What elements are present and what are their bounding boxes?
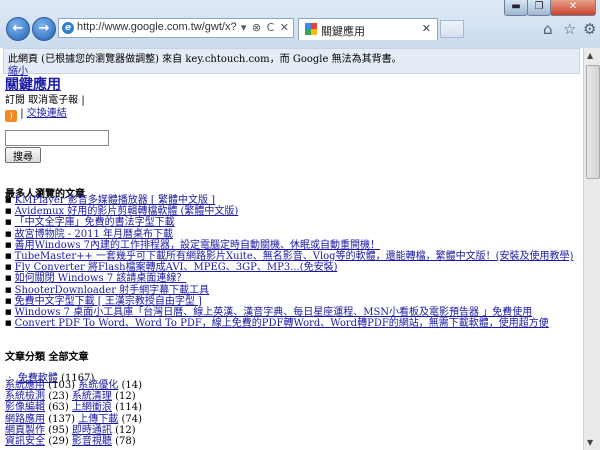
category-link[interactable]: 資訊安全 [5, 436, 45, 447]
favorites-star-icon[interactable]: ☆ [563, 20, 576, 38]
maximize-button[interactable]: ❐ [527, 0, 551, 16]
page-content: 此網頁 (已根據您的瀏覽器做調整) 來自 key.chtouch.com，而 G… [0, 48, 583, 450]
category-link[interactable]: 系統優化 [78, 380, 118, 391]
article-link[interactable]: 免費中文字型下載 [ 王漢宗教授自由字型 ] [15, 296, 202, 307]
article-link[interactable]: ShooterDownloader 射手網字幕下載工具 [15, 285, 210, 296]
categories-heading: 文章分類 全部文章 [5, 352, 89, 363]
minimize-button[interactable]: ▬ [504, 0, 528, 16]
list-item: ShooterDownloader 射手網字幕下載工具 [5, 285, 573, 296]
tab-active[interactable]: 關鍵應用 ✕ [298, 18, 438, 40]
ie-page-icon: e [62, 22, 74, 34]
article-link[interactable]: TubeMaster++ 一套幾乎可下載所有網路影片Xuite、無名影音、Vlo… [15, 251, 574, 262]
search-button[interactable]: 搜尋 [5, 147, 41, 163]
article-link[interactable]: KMPlayer 影音多媒體播放器 [ 繁體中文版 ] [15, 195, 215, 206]
category-count: (114) [115, 402, 142, 414]
list-item: KMPlayer 影音多媒體播放器 [ 繁體中文版 ] [5, 195, 573, 206]
address-bar[interactable]: e http://www.google.com.tw/gwt/x?u= ▾ ⊗ … [58, 18, 294, 38]
list-item: 如何關閉 Windows 7 該請桌面連線？ [5, 273, 573, 284]
category-link[interactable]: 系統檢測 [5, 391, 45, 402]
notice-text: 此網頁 (已根據您的瀏覽器做調整) 來自 key.chtouch.com，而 G… [8, 54, 402, 65]
article-link[interactable]: 善用Windows 7內建的工作排程器，設定電腦定時自動關機、休眠或自動重開機！ [15, 240, 380, 251]
category-count: (29) [48, 435, 69, 447]
category-link[interactable]: 影像編輯 [5, 402, 45, 413]
close-window-button[interactable]: ✕ [550, 0, 596, 16]
list-item: 善用Windows 7內建的工作排程器，設定電腦定時自動關機、休眠或自動重開機！ [5, 240, 573, 251]
google-favicon-icon [305, 23, 317, 35]
category-count: (14) [121, 380, 142, 391]
list-item: 故宮博物院 - 2011 年月曆桌布下載 [5, 229, 573, 240]
category-count: (74) [121, 413, 142, 425]
category-count: (23) [48, 391, 69, 403]
scroll-up-icon[interactable]: ▲ [587, 51, 593, 60]
category-link[interactable]: 系統應用 [5, 380, 45, 391]
category-count: (137) [48, 413, 76, 425]
tab-title: 關鍵應用 [321, 25, 365, 38]
popular-list: KMPlayer 影音多媒體播放器 [ 繁體中文版 ] Avidemux 好用的… [5, 195, 574, 329]
list-item: 網路應用 (137) 上傳下載 (74) [5, 414, 142, 425]
separator: | [81, 95, 85, 106]
list-item: 系統應用 (103) 系統優化 (14) [5, 380, 142, 391]
list-item: Avidemux 好用的影片剪輯轉檔軟體 (繁體中文版) [5, 206, 573, 217]
article-link[interactable]: 故宮博物院 - 2011 年月曆桌布下載 [15, 229, 173, 240]
list-item: TubeMaster++ 一套幾乎可下載所有網路影片Xuite、無名影音、Vlo… [5, 251, 574, 262]
category-count: (95) [48, 424, 69, 436]
list-item: 系統檢測 (23) 系統清理 (12) [5, 391, 142, 402]
forward-button[interactable]: → [32, 17, 56, 41]
category-link[interactable]: 上傳下載 [78, 414, 118, 425]
article-link[interactable]: Convert PDF To Word、Word To PDF，線上免費的PDF… [15, 318, 549, 329]
browser-toolbar: ▬ ❐ ✕ ← → e http://www.google.com.tw/gwt… [0, 0, 600, 48]
search-input[interactable] [5, 130, 109, 146]
category-link[interactable]: 上網衝浪 [72, 402, 112, 413]
home-icon[interactable]: ⌂ [543, 20, 553, 38]
list-item: Convert PDF To Word、Word To PDF，線上免費的PDF… [5, 318, 573, 329]
new-tab-button[interactable] [440, 20, 464, 38]
list-item: 影像編輯 (63) 上網衝浪 (114) [5, 402, 142, 413]
category-link[interactable]: 系統清理 [72, 391, 112, 402]
article-link[interactable]: Windows 7 桌面小工具庫「台灣日曆、線上英漢、漢音字典、每日星座運程、M… [15, 307, 533, 318]
address-url[interactable]: http://www.google.com.tw/gwt/x?u= [77, 21, 237, 33]
category-count: (78) [115, 435, 136, 447]
article-link[interactable]: Avidemux 好用的影片剪輯轉檔軟體 (繁體中文版) [15, 206, 239, 217]
list-item: Windows 7 桌面小工具庫「台灣日曆、線上英漢、漢音字典、每日星座運程、M… [5, 307, 573, 318]
category-count: (63) [48, 402, 69, 414]
vertical-scrollbar[interactable]: ▲ ▼ [583, 48, 600, 450]
list-item: Fly Converter 將Flash檔案轉成AVI、MPEG、3GP、MP3… [5, 262, 573, 273]
category-link[interactable]: 網路應用 [5, 414, 45, 425]
category-link[interactable]: 網頁製作 [5, 425, 45, 436]
list-item: 網頁製作 (95) 即時通訊 (12) [5, 425, 142, 436]
scroll-down-icon[interactable]: ▼ [587, 438, 593, 447]
category-link[interactable]: 影音視聽 [72, 436, 112, 447]
back-button[interactable]: ← [6, 17, 30, 41]
tab-close-icon[interactable]: ✕ [422, 22, 431, 35]
article-link[interactable]: 如何關閉 Windows 7 該請桌面連線？ [15, 273, 187, 284]
article-link[interactable]: Fly Converter 將Flash檔案轉成AVI、MPEG、3GP、MP3… [15, 262, 338, 273]
scroll-thumb[interactable] [586, 65, 600, 179]
article-link[interactable]: 「中文全字庫」免費的書法字型下載 [15, 217, 175, 228]
category-count: (12) [115, 424, 136, 436]
list-item: 「中文全字庫」免費的書法字型下載 [5, 217, 573, 228]
separator: | [20, 108, 24, 119]
category-list: 系統應用 (103) 系統優化 (14) 系統檢測 (23) 系統清理 (12)… [5, 380, 142, 447]
list-item: 資訊安全 (29) 影音視聽 (78) [5, 436, 142, 447]
transcode-notice: 此網頁 (已根據您的瀏覽器做調整) 來自 key.chtouch.com，而 G… [3, 48, 580, 77]
exchange-links-link[interactable]: 交換連結 [27, 108, 67, 119]
rss-row: ) | 交換連結 [5, 104, 67, 122]
category-count: (103) [48, 380, 76, 391]
rss-icon[interactable]: ) [5, 110, 17, 122]
gear-icon[interactable]: ⚙ [583, 20, 596, 38]
category-count: (12) [115, 391, 136, 403]
list-item: 免費中文字型下載 [ 王漢宗教授自由字型 ] [5, 296, 573, 307]
category-link[interactable]: 即時通訊 [72, 425, 112, 436]
address-tools-icons[interactable]: ▾ ⊗ C ✕ [241, 21, 290, 34]
